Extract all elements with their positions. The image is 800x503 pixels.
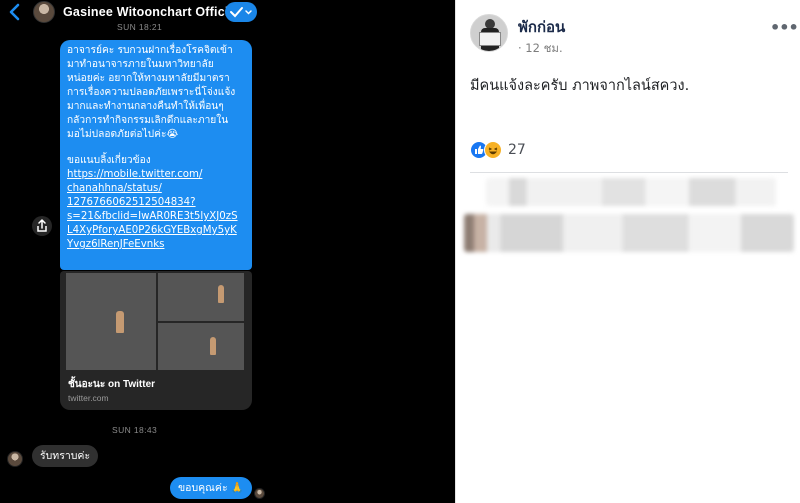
message-subtext: ขอแนบลิ้งเกี่ยวข้อง: [67, 155, 151, 166]
contact-avatar[interactable]: [33, 1, 55, 23]
post-time[interactable]: · 12 ชม.: [518, 40, 563, 58]
check-chevron-icon[interactable]: [225, 2, 257, 22]
link-preview-image: [66, 273, 244, 370]
page-avatar[interactable]: [470, 14, 508, 52]
blurred-comment: [486, 178, 776, 206]
haha-icon: [484, 141, 502, 159]
facebook-post: พักก่อน · 12 ชม. ••• มีคนแจ้งละครับ ภาพจ…: [456, 0, 800, 503]
preview-photo: [158, 273, 244, 321]
timestamp: SUN 18:21: [117, 22, 163, 32]
blurred-comment: [464, 214, 794, 252]
message-bubble[interactable]: อาจารย์คะ รบกวนฝากเรื่องโรคจิตเข้า มาทำอ…: [60, 40, 252, 270]
post-text: มีคนแจ้งละครับ ภาพจากไลน์สควง.: [470, 78, 690, 94]
preview-photo: [158, 323, 244, 370]
reaction-count: 27: [508, 142, 526, 158]
read-receipt-avatar: [254, 488, 265, 499]
chevron-left-icon[interactable]: [8, 2, 28, 24]
screenshot-root: Gasinee Witoonchart Official SUN 18:21 อ…: [0, 0, 800, 503]
twitter-link-card[interactable]: ชั้นอะนะ on Twitter twitter.com: [60, 271, 252, 410]
sent-message-bubble[interactable]: ขอบคุณค่ะ 🙏: [170, 477, 252, 499]
page-name[interactable]: พักก่อน: [518, 15, 565, 39]
post-divider: [470, 172, 788, 173]
message-text: อาจารย์คะ รบกวนฝากเรื่องโรคจิตเข้า มาทำอ…: [67, 45, 236, 140]
reply-bubble[interactable]: รับทราบค่ะ: [32, 445, 99, 467]
share-icon[interactable]: [32, 216, 52, 236]
chat-header: Gasinee Witoonchart Official: [0, 0, 455, 26]
contact-name[interactable]: Gasinee Witoonchart Official: [63, 5, 239, 19]
message-link[interactable]: https://mobile.twitter.com/ chanahhna/st…: [67, 168, 245, 252]
sender-avatar: [7, 451, 23, 467]
more-options-icon[interactable]: •••: [770, 18, 799, 37]
link-card-domain: twitter.com: [68, 393, 109, 403]
link-card-title: ชั้นอะนะ on Twitter: [68, 379, 156, 390]
messenger-conversation: Gasinee Witoonchart Official SUN 18:21 อ…: [0, 0, 455, 503]
preview-photo: [66, 273, 156, 370]
timestamp: SUN 18:43: [112, 425, 158, 435]
